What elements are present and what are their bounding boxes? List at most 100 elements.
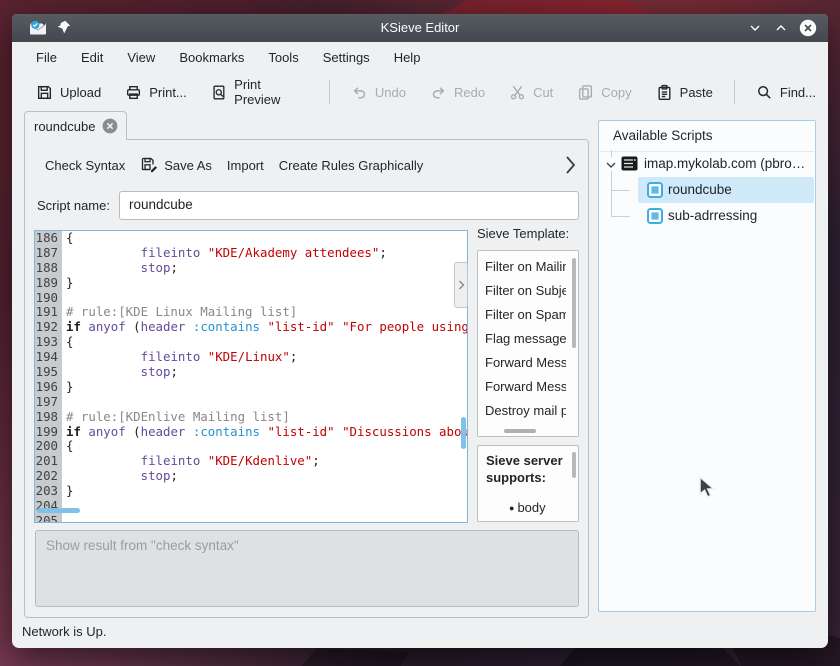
template-list-item[interactable]: Filter on Spam	[485, 303, 566, 327]
paste-icon	[656, 84, 673, 101]
template-list-item[interactable]: Filter on Subject	[485, 279, 566, 303]
code-line[interactable]: 202 stop;	[35, 469, 467, 484]
redo-icon	[430, 84, 447, 101]
code-line[interactable]: 198# rule:[KDEnlive Mailing list]	[35, 410, 467, 425]
server-capability-item: comp	[486, 517, 570, 522]
imap-server-icon	[621, 156, 638, 171]
menu-settings[interactable]: Settings	[311, 42, 382, 73]
paste-button[interactable]: Paste	[644, 78, 725, 107]
tree-expand-chevron-icon[interactable]	[605, 158, 617, 170]
tab-roundcube[interactable]: roundcube	[24, 111, 127, 140]
close-button[interactable]	[799, 19, 817, 37]
script-checkbox-icon[interactable]	[647, 182, 663, 198]
upload-button[interactable]: Upload	[24, 78, 113, 107]
script-checkbox-icon[interactable]	[647, 208, 663, 224]
ksieve-editor-window: KSieve Editor File Edit View Bookmarks T…	[12, 14, 828, 648]
editor-vertical-scrollbar[interactable]	[461, 417, 466, 449]
code-line[interactable]: 194 fileinto "KDE/Linux";	[35, 350, 467, 365]
menu-help[interactable]: Help	[382, 42, 433, 73]
sieve-template-list[interactable]: Filter on Mailing ListFilter on SubjectF…	[477, 250, 579, 437]
maximize-button[interactable]	[772, 19, 790, 37]
editor-toolbar: Check Syntax Save As Import Create Rules…	[25, 148, 554, 182]
undo-icon	[351, 84, 368, 101]
create-rules-button[interactable]: Create Rules Graphically	[279, 158, 424, 173]
menu-bookmarks[interactable]: Bookmarks	[167, 42, 256, 73]
mouse-cursor	[697, 476, 717, 500]
titlebar[interactable]: KSieve Editor	[12, 14, 828, 42]
menubar: File Edit View Bookmarks Tools Settings …	[12, 42, 828, 73]
server-capability-item: body	[486, 499, 570, 517]
undo-button[interactable]: Undo	[339, 78, 418, 107]
tab-label: roundcube	[34, 119, 95, 134]
tree-item-sub-adrressing[interactable]: sub-adrressing	[668, 203, 757, 229]
tab-close-icon[interactable]	[102, 118, 118, 134]
code-line[interactable]: 203}	[35, 484, 467, 499]
server-box-scrollbar[interactable]	[572, 452, 576, 478]
menu-tools[interactable]: Tools	[256, 42, 310, 73]
available-scripts-title: Available Scripts	[613, 128, 713, 143]
template-list-item[interactable]: Destroy mail posted	[485, 399, 566, 423]
template-vertical-scrollbar[interactable]	[572, 258, 576, 348]
upload-save-icon	[36, 84, 53, 101]
save-as-icon	[140, 156, 158, 174]
backdrop-shape	[290, 648, 410, 666]
statusbar-text: Network is Up.	[22, 624, 107, 639]
template-list-item[interactable]: Forward Message	[485, 375, 566, 399]
template-list-item[interactable]: Filter on Mailing List	[485, 255, 566, 279]
menu-view[interactable]: View	[115, 42, 167, 73]
template-horizontal-scrollbar[interactable]	[504, 429, 536, 433]
collapse-handle[interactable]	[454, 262, 468, 308]
code-line[interactable]: 191# rule:[KDE Linux Mailing list]	[35, 305, 467, 320]
cut-button[interactable]: Cut	[497, 78, 565, 107]
sieve-server-supports-title: Sieve server supports:	[486, 452, 570, 486]
find-button[interactable]: Find...	[744, 78, 828, 107]
script-editor-frame: Check Syntax Save As Import Create Rules…	[24, 139, 589, 618]
check-syntax-button[interactable]: Check Syntax	[45, 158, 125, 173]
code-editor[interactable]: 186{187 fileinto "KDE/Akademy attendees"…	[34, 230, 468, 523]
code-line[interactable]: 190	[35, 291, 467, 306]
code-line[interactable]: 196}	[35, 380, 467, 395]
code-line[interactable]: 197	[35, 395, 467, 410]
template-list-item[interactable]: Forward Message	[485, 351, 566, 375]
app-icon	[29, 19, 47, 37]
cut-icon	[509, 84, 526, 101]
code-line[interactable]: 195 stop;	[35, 365, 467, 380]
toolbar-separator	[734, 80, 735, 104]
tree-item-roundcube[interactable]: roundcube	[668, 177, 732, 203]
sieve-server-supports-box[interactable]: Sieve server supports: bodycomp	[477, 445, 579, 522]
main-toolbar: Upload Print... Print Preview Undo Redo …	[12, 73, 828, 111]
code-line[interactable]: 200{	[35, 439, 467, 454]
window-title: KSieve Editor	[132, 14, 708, 42]
toolbar-overflow-chevron-icon[interactable]	[560, 153, 580, 177]
copy-icon	[577, 84, 594, 101]
template-list-item[interactable]: Flag messages	[485, 327, 566, 351]
check-syntax-result-box: Show result from "check syntax"	[35, 530, 579, 607]
code-line[interactable]: 186{	[35, 231, 467, 246]
save-as-button[interactable]: Save As	[140, 156, 212, 174]
code-line[interactable]: 201 fileinto "KDE/Kdenlive";	[35, 454, 467, 469]
copy-button[interactable]: Copy	[565, 78, 643, 107]
tree-item-server[interactable]: imap.mykolab.com (pbro…	[644, 151, 812, 177]
menu-edit[interactable]: Edit	[69, 42, 115, 73]
code-line[interactable]: 199if anyof (header :contains "list-id" …	[35, 425, 467, 440]
menu-file[interactable]: File	[24, 42, 69, 73]
import-button[interactable]: Import	[227, 158, 264, 173]
script-name-input[interactable]: roundcube	[119, 191, 579, 220]
editor-horizontal-scrollbar[interactable]	[37, 508, 80, 513]
code-line[interactable]: 205	[35, 514, 467, 523]
code-line[interactable]: 193{	[35, 335, 467, 350]
code-line[interactable]: 188 stop;	[35, 261, 467, 276]
code-lines: 186{187 fileinto "KDE/Akademy attendees"…	[35, 231, 467, 523]
minimize-button[interactable]	[746, 19, 764, 37]
code-line[interactable]: 192if anyof (header :contains "list-id" …	[35, 320, 467, 335]
print-preview-button[interactable]: Print Preview	[199, 71, 320, 113]
pin-icon[interactable]	[57, 20, 71, 35]
code-line[interactable]: 189}	[35, 276, 467, 291]
sieve-template-label: Sieve Template:	[477, 226, 569, 241]
toolbar-separator	[329, 80, 330, 104]
code-line[interactable]: 204	[35, 499, 467, 514]
redo-button[interactable]: Redo	[418, 78, 497, 107]
print-button[interactable]: Print...	[113, 78, 199, 107]
find-icon	[756, 84, 773, 101]
code-line[interactable]: 187 fileinto "KDE/Akademy attendees";	[35, 246, 467, 261]
